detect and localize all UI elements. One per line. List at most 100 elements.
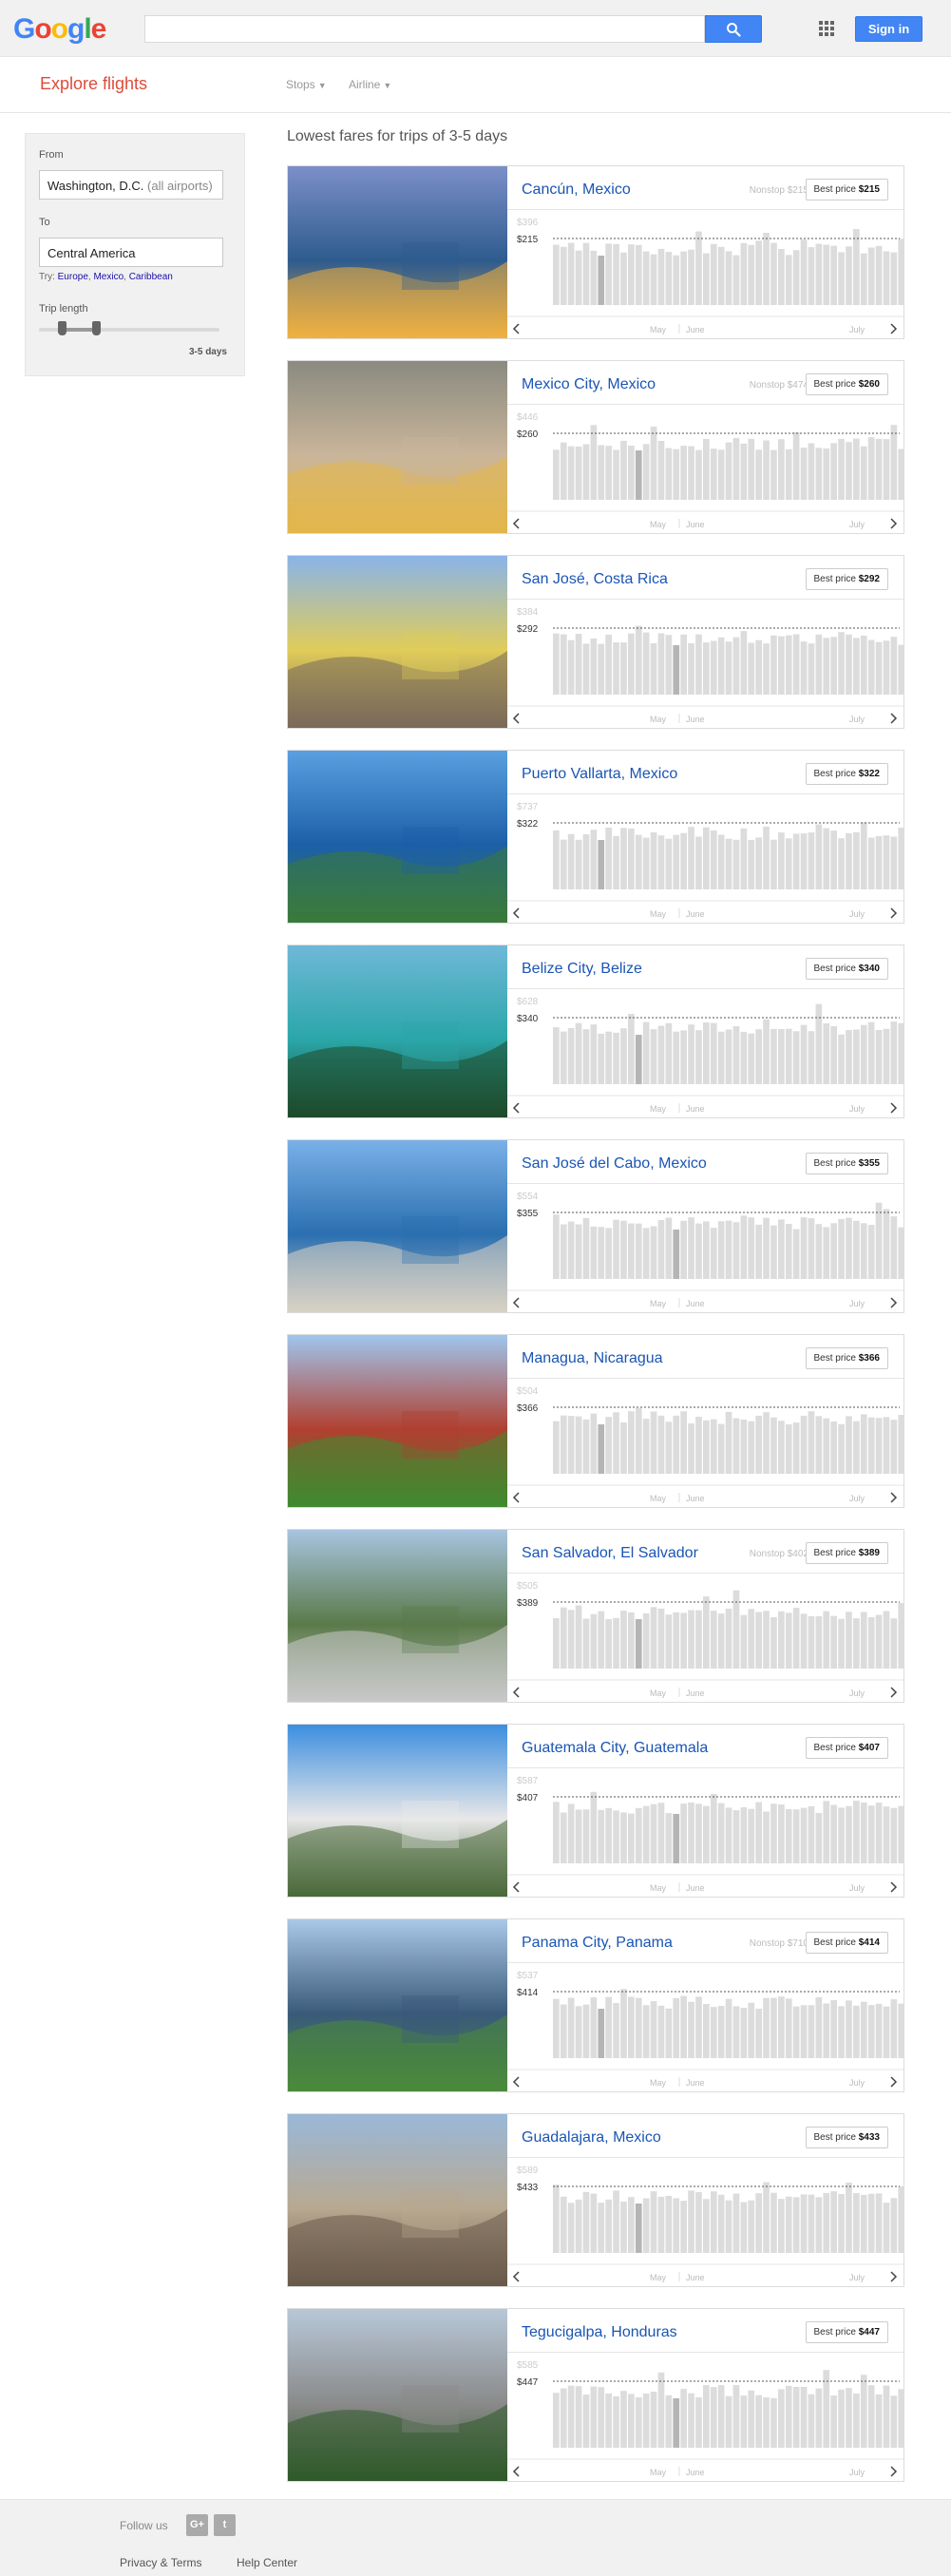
price-bar[interactable] [582, 1419, 590, 1474]
price-bar[interactable] [740, 443, 748, 500]
price-bar[interactable] [755, 1224, 762, 1279]
price-bar[interactable] [567, 1997, 575, 2059]
price-bar[interactable] [830, 1223, 837, 1279]
price-bar[interactable] [792, 2006, 800, 2058]
price-bar[interactable] [642, 1612, 650, 1669]
price-bar[interactable] [838, 1219, 845, 1279]
price-bar[interactable] [635, 625, 642, 695]
destination-photo[interactable] [288, 361, 507, 533]
best-price-button[interactable]: Best price $414 [805, 1932, 888, 1954]
price-bar[interactable] [567, 1221, 575, 1280]
price-bar[interactable] [657, 835, 665, 889]
price-bar[interactable] [680, 832, 687, 889]
price-bar[interactable] [740, 1614, 748, 1669]
price-bar[interactable] [830, 2191, 837, 2253]
price-bar[interactable] [755, 2009, 762, 2058]
price-bar[interactable] [755, 1415, 762, 1474]
price-bar[interactable] [725, 1998, 732, 2058]
price-bar[interactable] [867, 1417, 875, 1474]
price-bar[interactable] [688, 827, 694, 889]
price-bar[interactable] [732, 1810, 740, 1863]
price-bar[interactable] [748, 1609, 755, 1669]
price-bar[interactable] [785, 1224, 792, 1279]
price-bar[interactable] [582, 242, 590, 305]
price-bar[interactable] [613, 642, 619, 695]
price-bar[interactable] [688, 2190, 694, 2253]
price-bar[interactable] [740, 1419, 748, 1474]
price-bar[interactable] [846, 1217, 852, 1279]
best-price-button[interactable]: Best price $389 [805, 1542, 888, 1564]
price-bar[interactable] [732, 1418, 740, 1475]
price-bar[interactable] [838, 2006, 845, 2058]
chevron-right-icon[interactable] [890, 907, 898, 919]
price-bar[interactable] [823, 1023, 830, 1084]
price-bar[interactable] [665, 2008, 673, 2058]
price-bar[interactable] [898, 1602, 903, 1669]
price-bar[interactable] [830, 2000, 837, 2058]
price-bar[interactable] [688, 643, 694, 695]
airline-filter[interactable]: Airline ▼ [349, 78, 391, 91]
price-bar[interactable] [748, 2002, 755, 2058]
price-bar[interactable] [575, 839, 582, 889]
price-bar[interactable] [717, 2385, 725, 2448]
price-bar[interactable] [846, 2388, 852, 2448]
price-bar[interactable] [815, 2197, 823, 2253]
price-bar[interactable] [755, 2193, 762, 2253]
price-chart[interactable]: $504 $366 May June July [507, 1378, 903, 1507]
price-bar[interactable] [620, 1028, 627, 1084]
price-bar[interactable] [703, 1022, 710, 1084]
price-bar[interactable] [898, 2003, 903, 2058]
price-bar[interactable] [755, 1612, 762, 1669]
price-bar[interactable] [875, 1614, 883, 1670]
price-bar[interactable] [808, 643, 815, 695]
price-bar[interactable] [688, 2001, 694, 2058]
price-bar[interactable] [846, 832, 852, 889]
price-bar[interactable] [846, 2000, 852, 2058]
price-bar[interactable] [830, 1804, 837, 1864]
price-bar[interactable] [680, 1612, 687, 1669]
price-bar[interactable] [883, 640, 890, 695]
destination-card[interactable]: Panama City, Panama Nonstop $710 Best pric… [287, 1918, 904, 2092]
price-bar[interactable] [890, 425, 898, 500]
destination-card[interactable]: San José del Cabo, Mexico Best price $355… [287, 1139, 904, 1313]
price-bar[interactable] [778, 1421, 785, 1474]
price-bar[interactable] [748, 642, 755, 696]
price-bar[interactable] [815, 1224, 823, 1279]
price-bar[interactable] [770, 1997, 777, 2058]
chevron-left-icon[interactable] [512, 518, 520, 529]
price-bar[interactable] [575, 1809, 582, 1863]
price-bar[interactable] [860, 2375, 867, 2448]
price-bar[interactable] [830, 637, 837, 695]
chevron-left-icon[interactable] [512, 907, 520, 919]
price-bar[interactable] [778, 2199, 785, 2253]
price-bar[interactable] [628, 1223, 635, 1280]
price-bar[interactable] [823, 828, 830, 889]
price-bar[interactable] [748, 2390, 755, 2448]
price-bar[interactable] [740, 1807, 748, 1863]
price-bar[interactable] [717, 637, 725, 695]
price-bar[interactable] [642, 632, 650, 695]
destination-card[interactable]: Managua, Nicaragua Best price $366 $504 $36… [287, 1334, 904, 1508]
destination-card[interactable]: Cancún, Mexico Nonstop $215 Best price $21… [287, 165, 904, 339]
price-bar[interactable] [710, 640, 717, 696]
price-bar[interactable] [898, 448, 903, 501]
destination-name[interactable]: Puerto Vallarta, Mexico [522, 766, 677, 783]
price-bar[interactable] [582, 1809, 590, 1863]
price-bar[interactable] [808, 1615, 815, 1669]
price-bar[interactable] [748, 1421, 755, 1474]
price-bar[interactable] [792, 1422, 800, 1474]
destination-photo[interactable] [288, 1530, 507, 1702]
price-bar[interactable] [665, 252, 673, 305]
price-bar[interactable] [815, 1812, 823, 1863]
price-bar[interactable] [590, 1997, 598, 2058]
price-bar[interactable] [875, 1803, 883, 1863]
price-bar[interactable] [808, 2394, 815, 2448]
price-bar[interactable] [830, 2395, 837, 2448]
price-chart[interactable]: $628 $340 May June July [507, 988, 903, 1117]
destination-card[interactable]: San José, Costa Rica Best price $292 $384 $… [287, 555, 904, 729]
price-bar[interactable] [770, 449, 777, 500]
price-bar[interactable] [800, 1415, 808, 1474]
price-bar[interactable] [703, 2385, 710, 2448]
price-bar[interactable] [673, 448, 680, 500]
best-price-button[interactable]: Best price $433 [805, 2127, 888, 2148]
